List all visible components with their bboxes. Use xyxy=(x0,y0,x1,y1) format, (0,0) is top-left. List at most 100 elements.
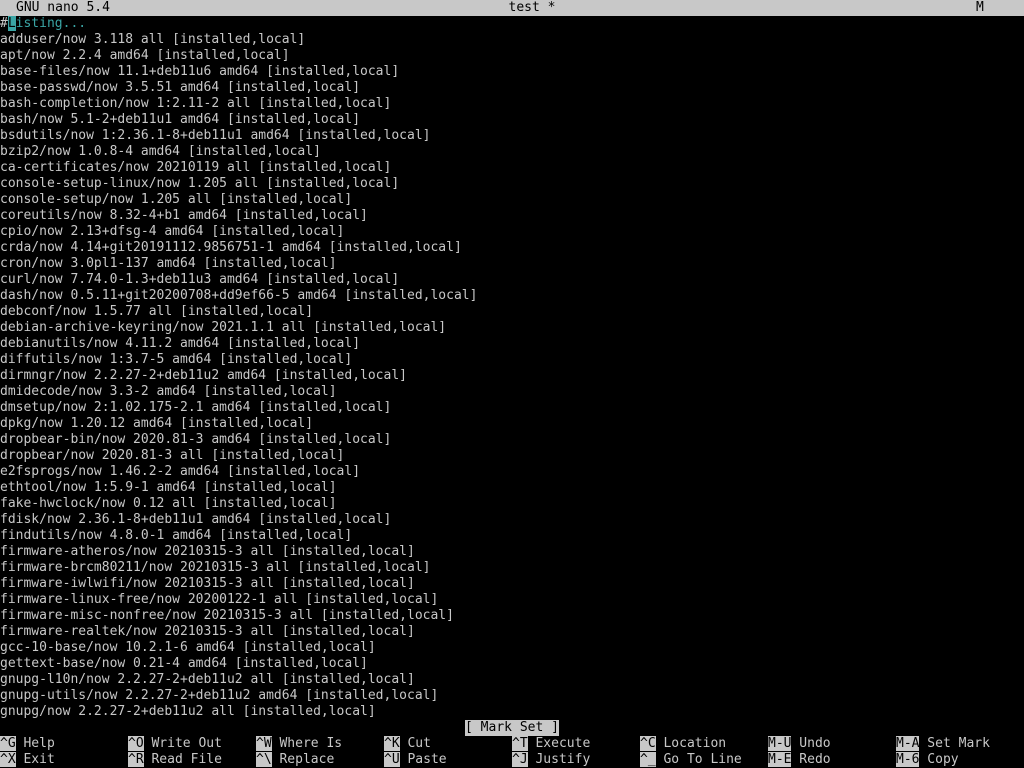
editor-line[interactable]: crda/now 4.14+git20191112.9856751-1 amd6… xyxy=(0,240,1024,256)
shortcut-key: ^\ xyxy=(256,752,272,767)
shortcut-label: Exit xyxy=(15,752,55,767)
shortcut-help[interactable]: ^G Help xyxy=(0,736,55,752)
editor-line[interactable]: gnupg/now 2.2.27-2+deb11u2 all [installe… xyxy=(0,704,1024,720)
editor-line[interactable]: cpio/now 2.13+dfsg-4 amd64 [installed,lo… xyxy=(0,224,1024,240)
editor-line[interactable]: debconf/now 1.5.77 all [installed,local] xyxy=(0,304,1024,320)
editor-line[interactable]: dropbear-bin/now 2020.81-3 amd64 [instal… xyxy=(0,432,1024,448)
editor-line[interactable]: bash/now 5.1-2+deb11u1 amd64 [installed,… xyxy=(0,112,1024,128)
editor-line[interactable]: bsdutils/now 1:2.36.1-8+deb11u1 amd64 [i… xyxy=(0,128,1024,144)
text-cursor: L xyxy=(7,16,16,31)
editor-line[interactable]: gcc-10-base/now 10.2.1-6 amd64 [installe… xyxy=(0,640,1024,656)
shortcut-bar: ^G Help ^X Exit ^O Write Out ^R Read File ^W… xyxy=(0,736,1024,768)
shortcut-set-mark[interactable]: M-A Set Mark xyxy=(896,736,990,752)
shortcut-label: Redo xyxy=(791,752,831,767)
editor-line[interactable]: dmidecode/now 3.3-2 amd64 [installed,loc… xyxy=(0,384,1024,400)
shortcut-label: Replace xyxy=(271,752,335,767)
editor-line[interactable]: #Listing... xyxy=(0,16,1024,32)
shortcut-key: ^K xyxy=(384,736,400,751)
editor-line[interactable]: dropbear/now 2020.81-3 all [installed,lo… xyxy=(0,448,1024,464)
shortcut-key: M-6 xyxy=(896,752,920,767)
editor-line[interactable]: firmware-brcm80211/now 20210315-3 all [i… xyxy=(0,560,1024,576)
status-message: [ Mark Set ] xyxy=(465,720,559,736)
shortcut-label: Undo xyxy=(791,736,831,751)
shortcut-label: Execute xyxy=(527,736,591,751)
shortcut-key: M-A xyxy=(896,736,920,751)
shortcut-label: Go To Line xyxy=(655,752,742,767)
editor-line[interactable]: console-setup/now 1.205 all [installed,l… xyxy=(0,192,1024,208)
shortcut-read-file[interactable]: ^R Read File xyxy=(128,752,222,768)
editor-line[interactable]: findutils/now 4.8.0-1 amd64 [installed,l… xyxy=(0,528,1024,544)
shortcut-key: ^O xyxy=(128,736,144,751)
editor-line[interactable]: ca-certificates/now 20210119 all [instal… xyxy=(0,160,1024,176)
shortcut-label: Location xyxy=(655,736,727,751)
editor-line[interactable]: cron/now 3.0pl1-137 amd64 [installed,loc… xyxy=(0,256,1024,272)
shortcut-label: Copy xyxy=(919,752,959,767)
editor-line[interactable]: dash/now 0.5.11+git20200708+dd9ef66-5 am… xyxy=(0,288,1024,304)
editor-line[interactable]: ethtool/now 1:5.9-1 amd64 [installed,loc… xyxy=(0,480,1024,496)
editor-line[interactable]: fdisk/now 2.36.1-8+deb11u1 amd64 [instal… xyxy=(0,512,1024,528)
shortcut-key: ^W xyxy=(256,736,272,751)
editor-line[interactable]: bash-completion/now 1:2.11-2 all [instal… xyxy=(0,96,1024,112)
editor-line[interactable]: firmware-iwlwifi/now 20210315-3 all [ins… xyxy=(0,576,1024,592)
shortcut-justify[interactable]: ^J Justify xyxy=(512,752,590,768)
editor-line[interactable]: debian-archive-keyring/now 2021.1.1 all … xyxy=(0,320,1024,336)
shortcut-where-is[interactable]: ^W Where Is xyxy=(256,736,342,752)
shortcut-label: Justify xyxy=(527,752,591,767)
editor-line[interactable]: e2fsprogs/now 1.46.2-2 amd64 [installed,… xyxy=(0,464,1024,480)
shortcut-exit[interactable]: ^X Exit xyxy=(0,752,55,768)
app-name: GNU nano 5.4 xyxy=(16,0,110,15)
modified-indicator: M xyxy=(976,0,984,15)
shortcut-undo[interactable]: M-U Undo xyxy=(768,736,831,752)
shortcut-write-out[interactable]: ^O Write Out xyxy=(128,736,222,752)
shortcut-copy[interactable]: M-6 Copy xyxy=(896,752,959,768)
status-bar: [ Mark Set ] xyxy=(0,720,1024,736)
editor-line[interactable]: coreutils/now 8.32-4+b1 amd64 [installed… xyxy=(0,208,1024,224)
shortcut-key: ^_ xyxy=(640,752,656,767)
editor-line[interactable]: dirmngr/now 2.2.27-2+deb11u2 amd64 [inst… xyxy=(0,368,1024,384)
shortcut-location[interactable]: ^C Location xyxy=(640,736,726,752)
editor-line[interactable]: firmware-atheros/now 20210315-3 all [ins… xyxy=(0,544,1024,560)
editor-line[interactable]: debianutils/now 4.11.2 amd64 [installed,… xyxy=(0,336,1024,352)
shortcut-key: ^J xyxy=(512,752,528,767)
shortcut-paste[interactable]: ^U Paste xyxy=(384,752,447,768)
shortcut-replace[interactable]: ^\ Replace xyxy=(256,752,334,768)
shortcut-label: Read File xyxy=(143,752,222,767)
shortcut-key: M-U xyxy=(768,736,792,751)
shortcut-key: ^G xyxy=(0,736,16,751)
editor-line[interactable]: console-setup-linux/now 1.205 all [insta… xyxy=(0,176,1024,192)
file-name: test * xyxy=(508,0,556,15)
shortcut-key: ^C xyxy=(640,736,656,751)
editor-line[interactable]: firmware-realtek/now 20210315-3 all [ins… xyxy=(0,624,1024,640)
shortcut-redo[interactable]: M-E Redo xyxy=(768,752,831,768)
shortcut-label: Help xyxy=(15,736,55,751)
editor-line[interactable]: bzip2/now 1.0.8-4 amd64 [installed,local… xyxy=(0,144,1024,160)
editor-line[interactable]: dmsetup/now 2:1.02.175-2.1 amd64 [instal… xyxy=(0,400,1024,416)
shortcut-label: Paste xyxy=(399,752,447,767)
editor-line[interactable]: gettext-base/now 0.21-4 amd64 [installed… xyxy=(0,656,1024,672)
editor-area[interactable]: #Listing... adduser/now 3.118 all [insta… xyxy=(0,16,1024,720)
shortcut-key: ^X xyxy=(0,752,16,767)
editor-line[interactable]: gnupg-l10n/now 2.2.27-2+deb11u2 all [ins… xyxy=(0,672,1024,688)
editor-line[interactable]: diffutils/now 1:3.7-5 amd64 [installed,l… xyxy=(0,352,1024,368)
title-bar: test * GNU nano 5.4 M xyxy=(0,0,1024,16)
editor-line[interactable]: base-passwd/now 3.5.51 amd64 [installed,… xyxy=(0,80,1024,96)
editor-line[interactable]: firmware-misc-nonfree/now 20210315-3 all… xyxy=(0,608,1024,624)
editor-lines[interactable]: adduser/now 3.118 all [installed,local] a… xyxy=(0,32,1024,720)
editor-line[interactable]: gnupg-utils/now 2.2.27-2+deb11u2 amd64 [… xyxy=(0,688,1024,704)
editor-line[interactable]: adduser/now 3.118 all [installed,local] xyxy=(0,32,1024,48)
shortcut-cut[interactable]: ^K Cut xyxy=(384,736,431,752)
editor-line[interactable]: dpkg/now 1.20.12 amd64 [installed,local] xyxy=(0,416,1024,432)
editor-line[interactable]: fake-hwclock/now 0.12 all [installed,loc… xyxy=(0,496,1024,512)
selected-text: isting... xyxy=(15,16,87,31)
shortcut-label: Set Mark xyxy=(919,736,990,751)
editor-line[interactable]: base-files/now 11.1+deb11u6 amd64 [insta… xyxy=(0,64,1024,80)
shortcut-label: Write Out xyxy=(143,736,222,751)
editor-line[interactable]: curl/now 7.74.0-1.3+deb11u3 amd64 [insta… xyxy=(0,272,1024,288)
editor-line[interactable]: firmware-linux-free/now 20200122-1 all [… xyxy=(0,592,1024,608)
shortcut-execute[interactable]: ^T Execute xyxy=(512,736,590,752)
shortcut-go-to-line[interactable]: ^_ Go To Line xyxy=(640,752,742,768)
editor-line[interactable]: apt/now 2.2.4 amd64 [installed,local] xyxy=(0,48,1024,64)
shortcut-label: Where Is xyxy=(271,736,343,751)
shortcut-key: ^U xyxy=(384,752,400,767)
shortcut-key: ^T xyxy=(512,736,528,751)
